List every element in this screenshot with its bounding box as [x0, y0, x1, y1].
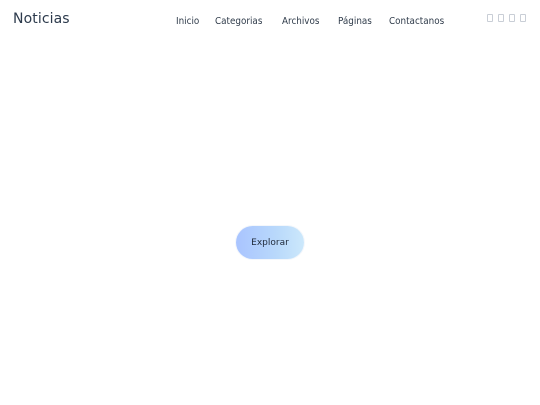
social-icon[interactable]	[509, 14, 515, 22]
social-links	[487, 14, 526, 22]
social-icon[interactable]	[520, 14, 526, 22]
nav-item-paginas[interactable]: Páginas	[338, 16, 372, 27]
site-logo[interactable]: Noticias	[13, 11, 70, 27]
nav-item-archivos[interactable]: Archivos	[282, 16, 319, 27]
nav-item-inicio[interactable]: Inicio	[176, 16, 199, 27]
social-icon[interactable]	[487, 14, 493, 22]
main-nav: Inicio Categorias Archivos Páginas Conta…	[176, 16, 452, 27]
social-icon[interactable]	[498, 14, 504, 22]
page: Noticias Inicio Categorias Archivos Pági…	[0, 0, 540, 405]
nav-item-categorias[interactable]: Categorias	[215, 16, 262, 27]
explore-button[interactable]: Explorar	[236, 226, 304, 259]
nav-item-contactanos[interactable]: Contactanos	[389, 16, 444, 27]
